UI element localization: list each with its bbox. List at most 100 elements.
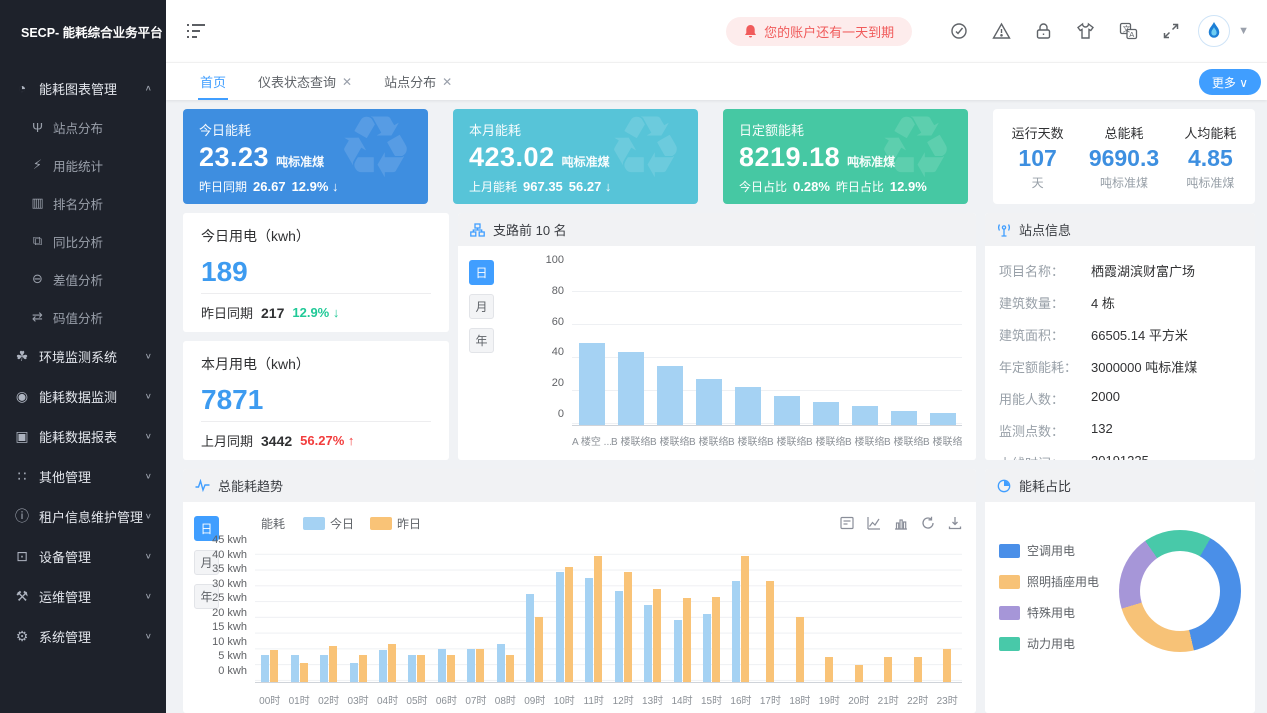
sidebar-subitem-排名分析[interactable]: ▥排名分析 (0, 184, 166, 222)
trend-bar-yesterday[interactable] (712, 597, 720, 682)
trend-bar-yesterday[interactable] (594, 556, 602, 682)
branch-toggle-月[interactable]: 月 (469, 294, 494, 319)
line-chart-icon[interactable] (867, 516, 881, 530)
trend-bar-yesterday[interactable] (943, 649, 951, 682)
trend-bar-today[interactable] (674, 620, 682, 682)
sidebar-subitem-用能统计[interactable]: ⚡用能统计 (0, 146, 166, 184)
trend-bar-yesterday[interactable] (565, 567, 573, 682)
sidebar-item-能耗数据监测[interactable]: ◉能耗数据监测∨ (0, 376, 166, 416)
branch-bar[interactable] (930, 413, 956, 425)
kpi-card-本月能耗[interactable]: ♻本月能耗423.02吨标准煤上月能耗967.3556.27 ↓ (453, 109, 698, 204)
sidebar-item-环境监测系统[interactable]: ☘环境监测系统∨ (0, 336, 166, 376)
donut-legend-item-特殊用电[interactable]: 特殊用电 (999, 604, 1099, 621)
branch-bar[interactable] (696, 379, 722, 425)
trend-bar-yesterday[interactable] (506, 655, 514, 682)
trend-bar-today[interactable] (320, 655, 328, 682)
bar-chart-icon[interactable] (894, 516, 908, 530)
trend-bar-today[interactable] (379, 650, 387, 682)
tab-首页[interactable]: 首页 (184, 63, 242, 100)
branch-toggle-年[interactable]: 年 (469, 328, 494, 353)
branch-bar[interactable] (657, 366, 683, 425)
trend-bar-yesterday[interactable] (683, 598, 691, 682)
trend-bar-yesterday[interactable] (914, 657, 922, 682)
kpi-card-日定额能耗[interactable]: ♻日定额能耗8219.18吨标准煤今日占比0.28%昨日占比12.9% (723, 109, 968, 204)
sidebar-item-系统管理[interactable]: ⚙系统管理∨ (0, 616, 166, 656)
tab-close-icon[interactable]: ✕ (342, 75, 352, 89)
trend-bar-yesterday[interactable] (359, 655, 367, 682)
download-icon[interactable] (948, 516, 962, 530)
translate-icon[interactable]: A 文 (1119, 22, 1138, 40)
sidebar-subitem-码值分析[interactable]: ⇄码值分析 (0, 298, 166, 336)
trend-bar-today[interactable] (467, 649, 475, 682)
trend-bar-yesterday[interactable] (766, 581, 774, 682)
trend-bar-today[interactable] (438, 649, 446, 682)
trend-bar-today[interactable] (644, 605, 652, 682)
trend-bar-today[interactable] (585, 578, 593, 682)
warning-icon[interactable] (992, 22, 1011, 40)
sidebar-item-其他管理[interactable]: ∷其他管理∨ (0, 456, 166, 496)
trend-bar-today[interactable] (350, 663, 358, 682)
tabs-more-button[interactable]: 更多 ∨ (1199, 69, 1261, 95)
trend-bar-today[interactable] (497, 644, 505, 682)
trend-bar-today[interactable] (408, 655, 416, 682)
refresh-icon[interactable] (921, 516, 935, 530)
trend-bar-yesterday[interactable] (825, 657, 833, 682)
tab-仪表状态查询[interactable]: 仪表状态查询✕ (242, 63, 368, 100)
donut-legend-item-空调用电[interactable]: 空调用电 (999, 542, 1099, 559)
avatar[interactable] (1198, 15, 1230, 47)
trend-bar-yesterday[interactable] (884, 657, 892, 682)
account-expiry-alert[interactable]: 您的账户还有一天到期 (726, 17, 912, 46)
trend-bar-yesterday[interactable] (270, 650, 278, 682)
branch-bar[interactable] (618, 352, 644, 425)
branch-bar[interactable] (579, 343, 605, 426)
kpi-card-今日能耗[interactable]: ♻今日能耗23.23吨标准煤昨日同期26.6712.9% ↓ (183, 109, 428, 204)
skin-icon[interactable] (1076, 22, 1095, 40)
sidebar-item-设备管理[interactable]: ⊡设备管理∨ (0, 536, 166, 576)
user-menu-chevron-icon[interactable]: ▼ (1238, 25, 1249, 37)
data-view-icon[interactable] (840, 516, 854, 530)
sidebar-item-运维管理[interactable]: ⚒运维管理∨ (0, 576, 166, 616)
trend-bar-today[interactable] (703, 614, 711, 682)
lock-icon[interactable] (1035, 22, 1052, 40)
sidebar-item-能耗图表管理[interactable]: ◔能耗图表管理∧ (0, 68, 166, 108)
trend-bar-yesterday[interactable] (535, 617, 543, 682)
trend-bar-today[interactable] (732, 581, 740, 682)
trend-bar-today[interactable] (291, 655, 299, 682)
fullscreen-icon[interactable] (1162, 22, 1180, 40)
branch-bar[interactable] (852, 406, 878, 425)
trend-bar-yesterday[interactable] (796, 617, 804, 682)
trend-bar-yesterday[interactable] (329, 646, 337, 682)
trend-bar-yesterday[interactable] (300, 663, 308, 682)
sidebar-subitem-同比分析[interactable]: ⧉同比分析 (0, 222, 166, 260)
branch-toggle-日[interactable]: 日 (469, 260, 494, 285)
trend-bar-today[interactable] (556, 572, 564, 682)
legend-item-今日[interactable]: 今日 (303, 515, 354, 532)
tab-close-icon[interactable]: ✕ (442, 75, 452, 89)
trend-bar-yesterday[interactable] (624, 572, 632, 682)
trend-bar-yesterday[interactable] (855, 665, 863, 682)
branch-bar[interactable] (891, 411, 917, 425)
sidebar-item-能耗数据报表[interactable]: ▣能耗数据报表∨ (0, 416, 166, 456)
trend-bar-today[interactable] (615, 591, 623, 683)
donut-legend-item-照明插座用电[interactable]: 照明插座用电 (999, 573, 1099, 590)
trend-bar-yesterday[interactable] (476, 649, 484, 682)
donut-legend-item-动力用电[interactable]: 动力用电 (999, 635, 1099, 652)
sidebar-subitem-站点分布[interactable]: Ψ站点分布 (0, 108, 166, 146)
branch-bar[interactable] (735, 387, 761, 425)
trend-bar-yesterday[interactable] (388, 644, 396, 682)
swap-icon: ⇄ (30, 309, 45, 325)
theme-icon[interactable] (950, 22, 968, 40)
tab-站点分布[interactable]: 站点分布✕ (368, 63, 468, 100)
trend-bar-yesterday[interactable] (417, 655, 425, 682)
trend-bar-yesterday[interactable] (653, 589, 661, 682)
trend-bar-today[interactable] (261, 655, 269, 682)
trend-bar-today[interactable] (526, 594, 534, 682)
trend-bar-yesterday[interactable] (447, 655, 455, 682)
legend-item-昨日[interactable]: 昨日 (370, 515, 421, 532)
trend-bar-yesterday[interactable] (741, 556, 749, 682)
branch-bar[interactable] (813, 402, 839, 425)
sidebar-subitem-差值分析[interactable]: ⊖差值分析 (0, 260, 166, 298)
collapse-sidebar-icon[interactable] (186, 22, 206, 40)
sidebar-item-租户信息维护管理[interactable]: ⓘ租户信息维护管理∨ (0, 496, 166, 536)
branch-bar[interactable] (774, 396, 800, 425)
